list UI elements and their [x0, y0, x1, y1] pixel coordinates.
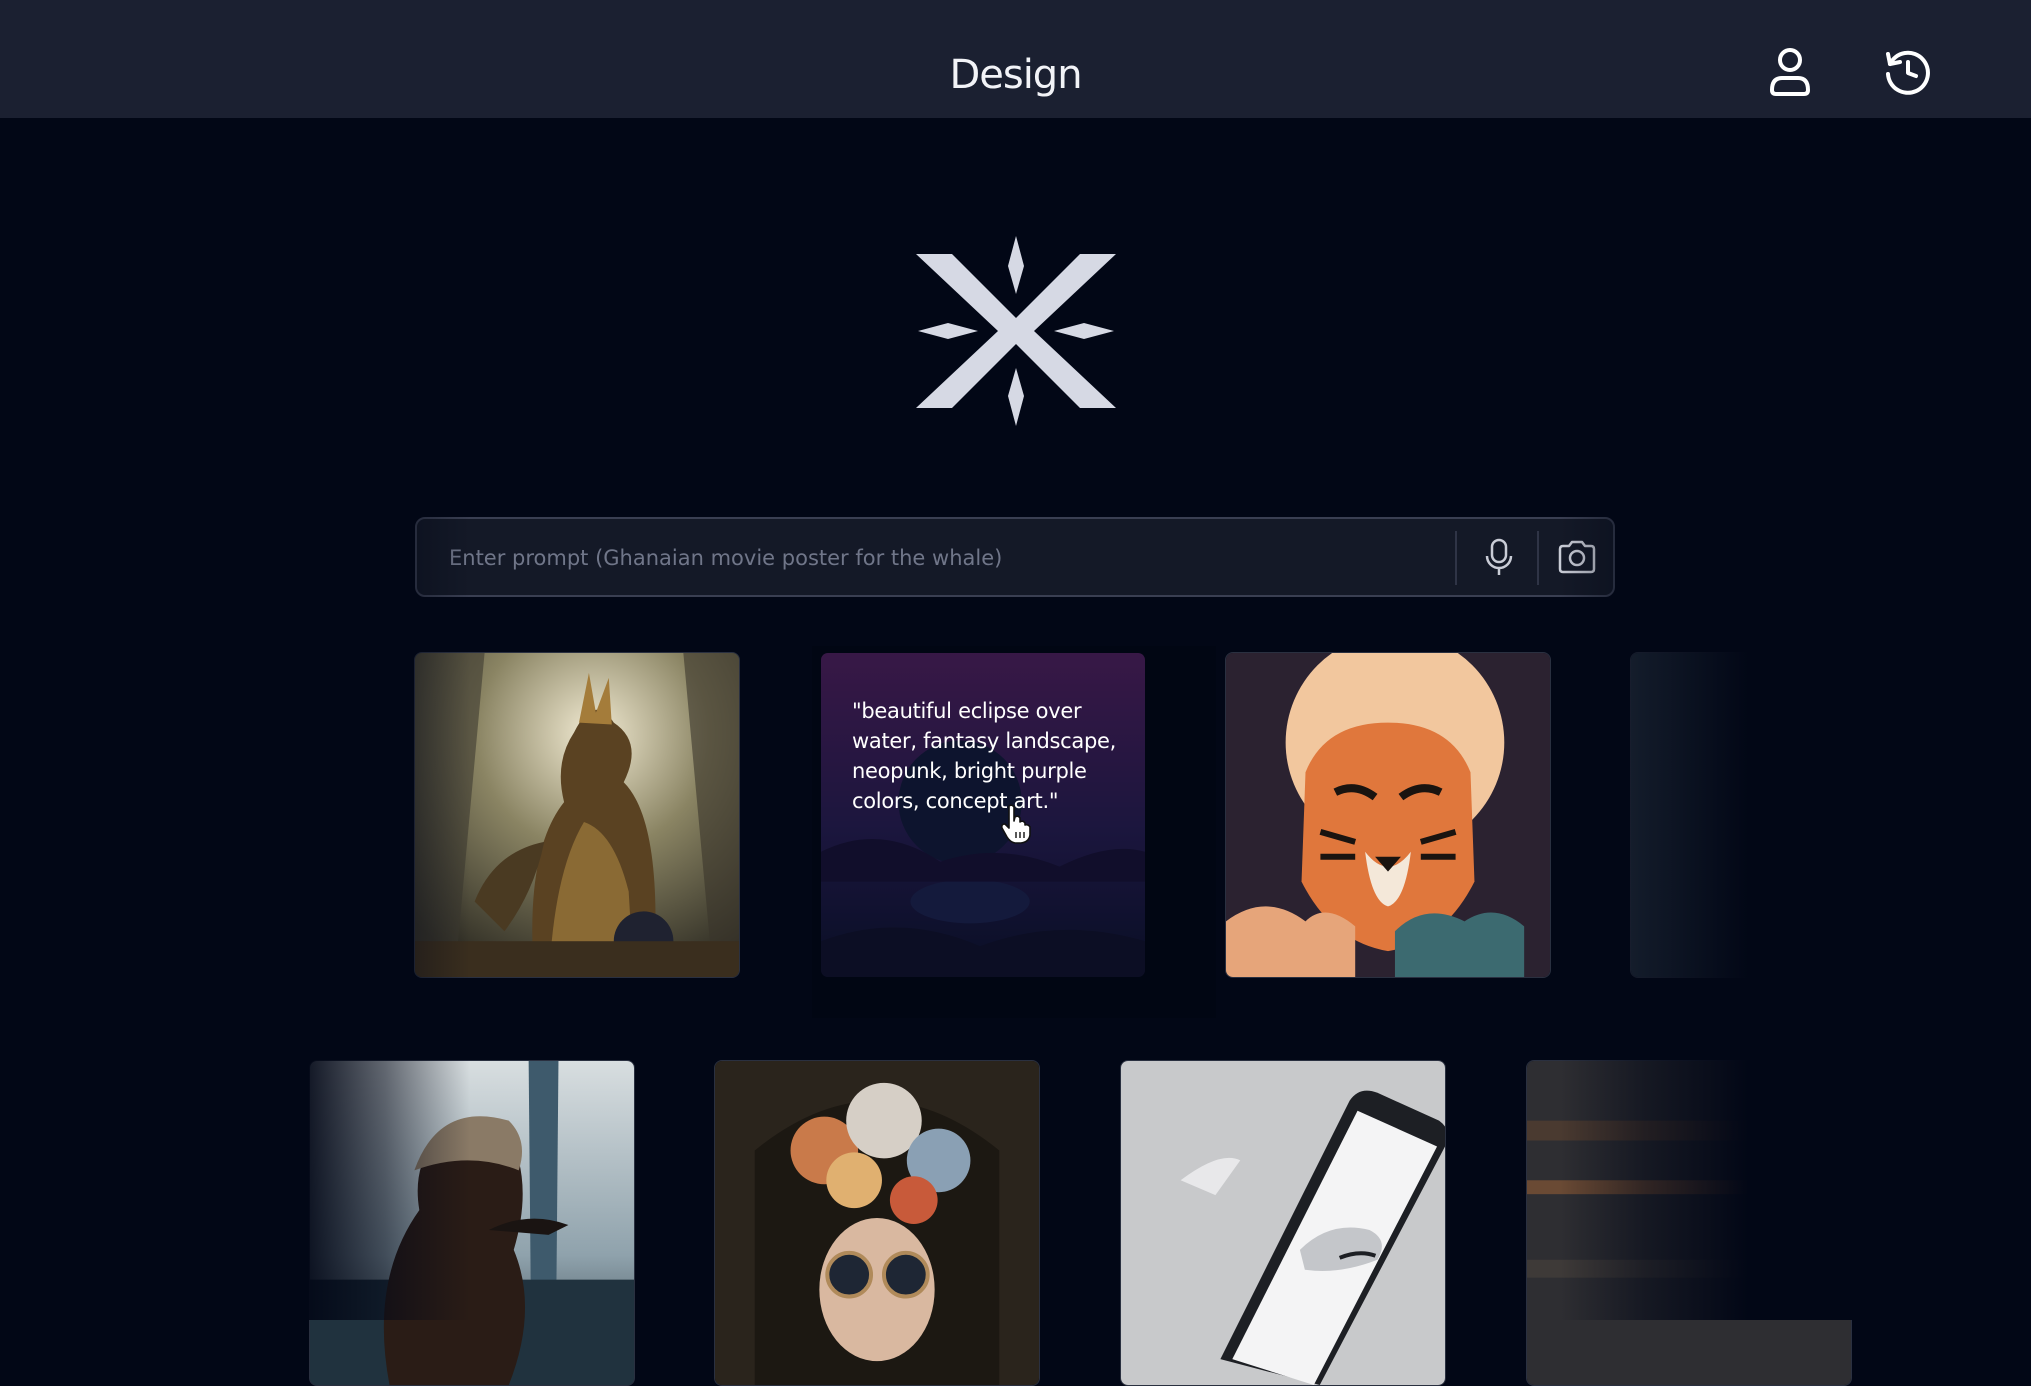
user-button[interactable] [1758, 40, 1822, 104]
phone-image [1121, 1061, 1445, 1385]
page-title: Design [949, 52, 1082, 98]
hand-cursor-icon [1000, 804, 1034, 844]
left-fade-overlay [0, 350, 470, 1320]
prompt-input[interactable] [447, 519, 1511, 597]
gallery-image-phone[interactable] [1120, 1060, 1446, 1386]
gallery-image-tiger[interactable] [1225, 652, 1551, 978]
history-button[interactable] [1876, 40, 1940, 104]
divider [1455, 531, 1457, 585]
history-icon [1886, 50, 1930, 95]
app-logo [916, 236, 1116, 426]
tiger-image [1226, 653, 1550, 977]
microphone-button[interactable] [1479, 537, 1519, 577]
microphone-icon [1485, 538, 1513, 575]
flower-portrait-image [715, 1061, 1039, 1385]
image-prompt-caption: "beautiful eclipse over water, fantasy l… [852, 699, 1117, 813]
prompt-bar [415, 517, 1615, 597]
divider [1537, 531, 1539, 585]
user-icon [1770, 48, 1810, 96]
top-bar: Design [0, 0, 2031, 118]
asterisk-x-logo-icon [916, 236, 1116, 426]
gallery-image-flower-portrait[interactable] [714, 1060, 1040, 1386]
right-fade-overlay [1560, 350, 2031, 1320]
